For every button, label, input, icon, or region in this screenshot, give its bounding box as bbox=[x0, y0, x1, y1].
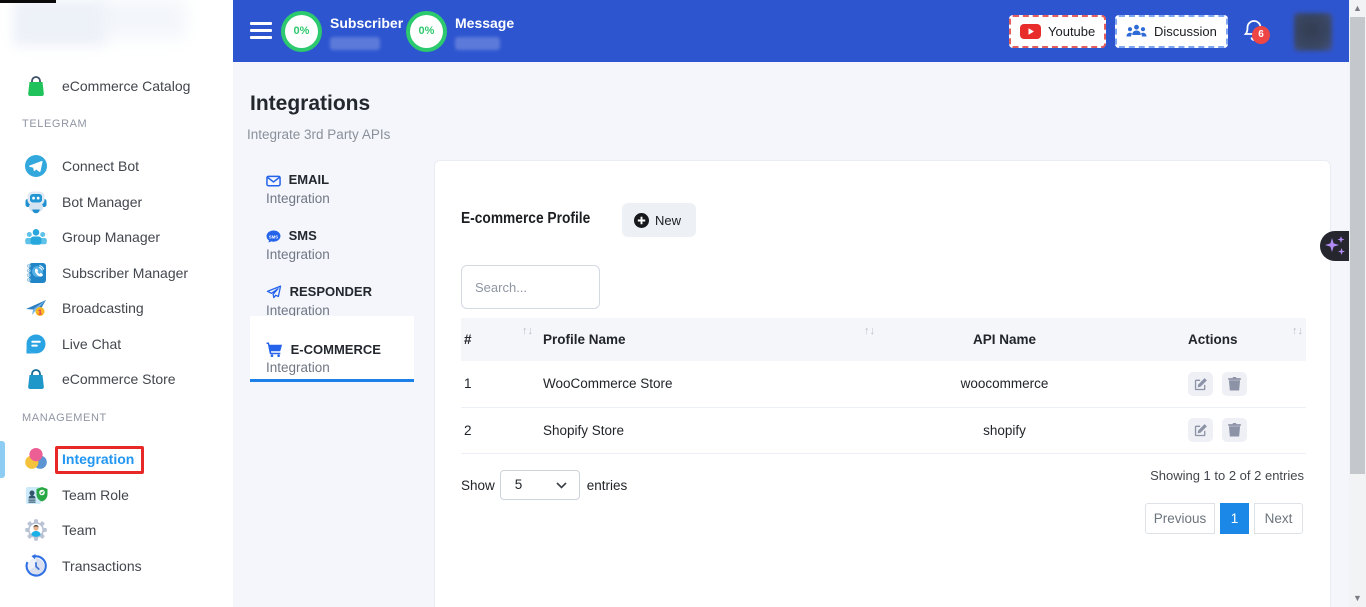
svg-text:1: 1 bbox=[38, 307, 42, 316]
svg-text:SMS: SMS bbox=[269, 234, 278, 239]
